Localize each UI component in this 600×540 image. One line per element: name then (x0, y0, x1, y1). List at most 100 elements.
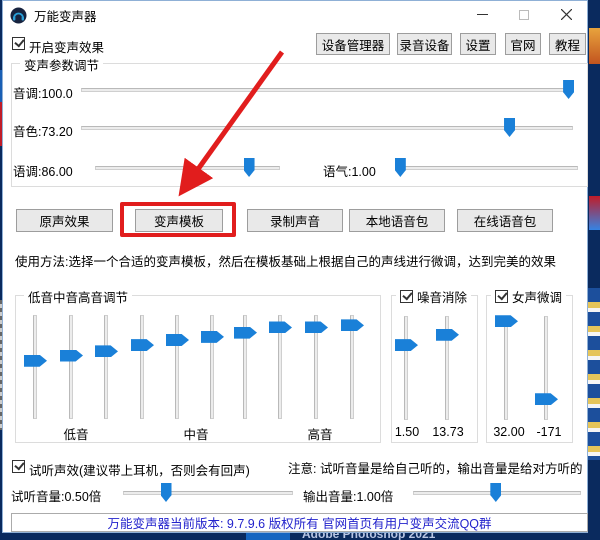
voice-template-button[interactable]: 变声模板 (135, 209, 223, 232)
female-value-2: -171 (531, 425, 567, 439)
enable-voice-checkbox[interactable] (12, 37, 25, 50)
monitor-volume-slider[interactable] (123, 483, 293, 502)
eq-slider-4[interactable] (132, 315, 152, 419)
timbre-slider-thumb[interactable] (504, 118, 515, 137)
intonation-label: 语调:86.00 (13, 161, 73, 180)
official-site-button[interactable]: 官网 (505, 33, 541, 55)
recording-device-button[interactable]: 录音设备 (397, 33, 452, 55)
app-window: 万能变声器 开启变声效果 设备管理器 录音设备 设置 官网 教程 变声参数调节 (2, 0, 588, 533)
maximize-icon (519, 10, 529, 20)
minimize-button[interactable] (461, 1, 503, 28)
monitor-volume-label: 试听音量:0.50倍 (11, 486, 101, 505)
monitor-volume-track[interactable] (123, 491, 293, 495)
noise-reduction-label: 噪音消除 (417, 287, 467, 306)
eq-slider-10-thumb[interactable] (341, 319, 364, 331)
enable-voice-label: 开启变声效果 (29, 37, 104, 56)
voice-params-group-title: 变声参数调节 (20, 55, 103, 74)
close-icon (561, 9, 572, 20)
eq-slider-8-thumb[interactable] (269, 321, 292, 333)
eq-slider-4-thumb[interactable] (131, 339, 154, 351)
noise-value-2: 13.73 (427, 425, 469, 439)
mid-label: 中音 (182, 424, 210, 443)
noise-value-1: 1.50 (391, 425, 423, 439)
maximize-button[interactable] (503, 1, 545, 28)
eq-slider-5[interactable] (167, 315, 187, 419)
noise-reduction-group: 噪音消除 1.50 13.73 (391, 295, 478, 443)
output-volume-thumb[interactable] (490, 483, 501, 502)
minimize-icon (477, 9, 488, 20)
timbre-slider[interactable] (81, 118, 573, 137)
desktop-edge-decoration (589, 196, 600, 230)
record-voice-button[interactable]: 录制声音 (247, 209, 343, 232)
desktop-edge-decoration (589, 28, 600, 64)
tone-slider[interactable] (398, 158, 578, 177)
eq-slider-9[interactable] (306, 315, 326, 419)
eq-slider-6-track[interactable] (210, 315, 214, 419)
eq-slider-10[interactable] (342, 315, 362, 419)
eq-slider-8[interactable] (270, 315, 290, 419)
usage-instructions: 使用方法:选择一个合适的变声模板，然后在模板基础上根据自己的声线进行微调，达到完… (15, 251, 556, 270)
settings-button[interactable]: 设置 (460, 33, 496, 55)
female-slider-1[interactable] (496, 316, 516, 420)
original-voice-button[interactable]: 原声效果 (16, 209, 113, 232)
intonation-slider-thumb[interactable] (244, 158, 255, 177)
volume-note: 注意: 试听音量是给自己听的，输出音量是给对方听的 (288, 458, 582, 477)
tone-label: 语气:1.00 (323, 161, 376, 180)
intonation-slider[interactable] (95, 158, 280, 177)
eq-slider-2-track[interactable] (69, 315, 73, 419)
eq-slider-9-thumb[interactable] (305, 321, 328, 333)
timbre-slider-track[interactable] (81, 126, 573, 130)
eq-slider-4-track[interactable] (140, 315, 144, 419)
monitor-effect-checkbox[interactable] (12, 460, 25, 473)
pitch-slider-track[interactable] (81, 88, 573, 92)
eq-slider-5-thumb[interactable] (166, 334, 189, 346)
local-voicepack-button[interactable]: 本地语音包 (349, 209, 445, 232)
eq-slider-7[interactable] (235, 315, 255, 419)
eq-slider-6[interactable] (202, 315, 222, 419)
noise-slider-2[interactable] (437, 316, 457, 420)
eq-slider-3-thumb[interactable] (95, 345, 118, 357)
pitch-slider[interactable] (81, 80, 573, 99)
eq-slider-2-thumb[interactable] (60, 350, 83, 362)
female-value-1: 32.00 (489, 425, 529, 439)
desktop: Adobe Photoshop 2021 万能变声器 (0, 0, 600, 540)
eq-slider-1-thumb[interactable] (24, 355, 47, 367)
device-manager-button[interactable]: 设备管理器 (316, 33, 390, 55)
tutorial-button[interactable]: 教程 (549, 33, 586, 55)
monitor-volume-thumb[interactable] (161, 483, 172, 502)
bass-label: 低音 (62, 424, 90, 443)
eq-slider-3[interactable] (96, 315, 116, 419)
female-slider-2-thumb[interactable] (535, 393, 558, 405)
eq-slider-6-thumb[interactable] (201, 331, 224, 343)
noise-slider-1-track[interactable] (404, 316, 408, 420)
pitch-slider-thumb[interactable] (563, 80, 574, 99)
female-finetune-group: 女声微调 32.00 -171 (486, 295, 573, 443)
output-volume-slider[interactable] (413, 483, 581, 502)
noise-reduction-checkbox[interactable] (400, 290, 413, 303)
noise-slider-1[interactable] (396, 316, 416, 420)
eq-slider-3-track[interactable] (104, 315, 108, 419)
timbre-label: 音色:73.20 (13, 121, 73, 140)
eq-slider-5-track[interactable] (175, 315, 179, 419)
female-finetune-checkbox[interactable] (495, 290, 508, 303)
titlebar: 万能变声器 (3, 1, 587, 29)
female-slider-1-track[interactable] (504, 316, 508, 420)
close-button[interactable] (545, 1, 587, 28)
noise-slider-1-thumb[interactable] (395, 339, 418, 351)
eq-group: 低音中音高音调节 低音 中音 高音 (15, 295, 381, 443)
online-voicepack-button[interactable]: 在线语音包 (457, 209, 553, 232)
status-bar: 万能变声器当前版本: 9.7.9.6 版权所有 官网首页有用户变声交流QQ群 (11, 513, 588, 532)
output-volume-label: 输出音量:1.00倍 (303, 486, 393, 505)
eq-slider-1-track[interactable] (33, 315, 37, 419)
eq-slider-2[interactable] (61, 315, 81, 419)
female-slider-1-thumb[interactable] (495, 315, 518, 327)
tone-slider-track[interactable] (398, 166, 578, 170)
window-title: 万能变声器 (34, 6, 97, 25)
noise-slider-2-thumb[interactable] (436, 329, 459, 341)
eq-slider-1[interactable] (25, 315, 45, 419)
eq-slider-7-thumb[interactable] (234, 327, 257, 339)
treble-label: 高音 (306, 424, 334, 443)
desktop-edge-decoration (588, 288, 600, 460)
pitch-label: 音调:100.0 (13, 83, 73, 102)
female-slider-2[interactable] (536, 316, 556, 420)
